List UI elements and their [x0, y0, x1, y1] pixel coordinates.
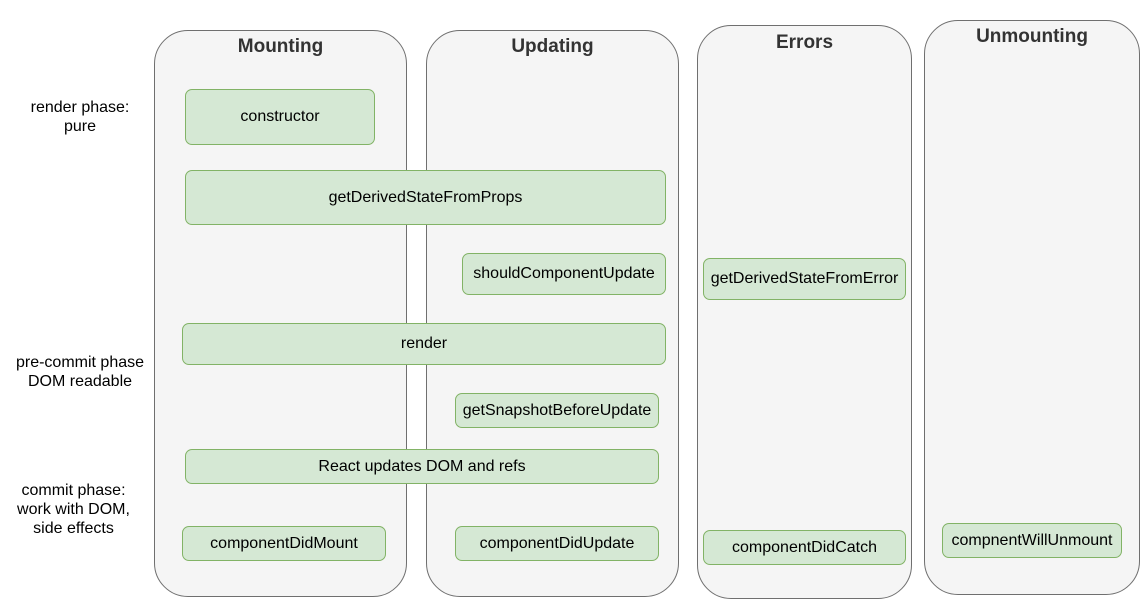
updating-title: Updating	[511, 36, 594, 57]
component-did-update-box: componentDidUpdate	[455, 526, 659, 561]
commit-phase-label: commit phase: work with DOM, side effect…	[17, 482, 130, 537]
unmounting-title: Unmounting	[976, 26, 1088, 47]
errors-column: Errors	[697, 25, 912, 599]
get-derived-state-from-props-box: getDerivedStateFromProps	[185, 170, 666, 225]
unmounting-column: Unmounting	[924, 20, 1140, 595]
component-will-unmount-box: compnentWillUnmount	[942, 523, 1122, 558]
precommit-phase-label: pre-commit phase DOM readable	[15, 354, 145, 390]
should-component-update-box: shouldComponentUpdate	[462, 253, 666, 295]
mounting-title: Mounting	[237, 36, 324, 57]
component-did-mount-box: componentDidMount	[182, 526, 386, 561]
get-derived-state-from-error-box: getDerivedStateFromError	[703, 258, 906, 300]
updating-column: Updating	[426, 30, 679, 597]
constructor-box: constructor	[185, 89, 375, 145]
get-snapshot-before-update-box: getSnapshotBeforeUpdate	[455, 393, 659, 428]
render-phase-label: render phase: pure	[30, 99, 130, 135]
errors-title: Errors	[775, 32, 834, 53]
render-box: render	[182, 323, 666, 365]
react-updates-dom-box: React updates DOM and refs	[185, 449, 659, 484]
component-did-catch-box: componentDidCatch	[703, 530, 906, 565]
